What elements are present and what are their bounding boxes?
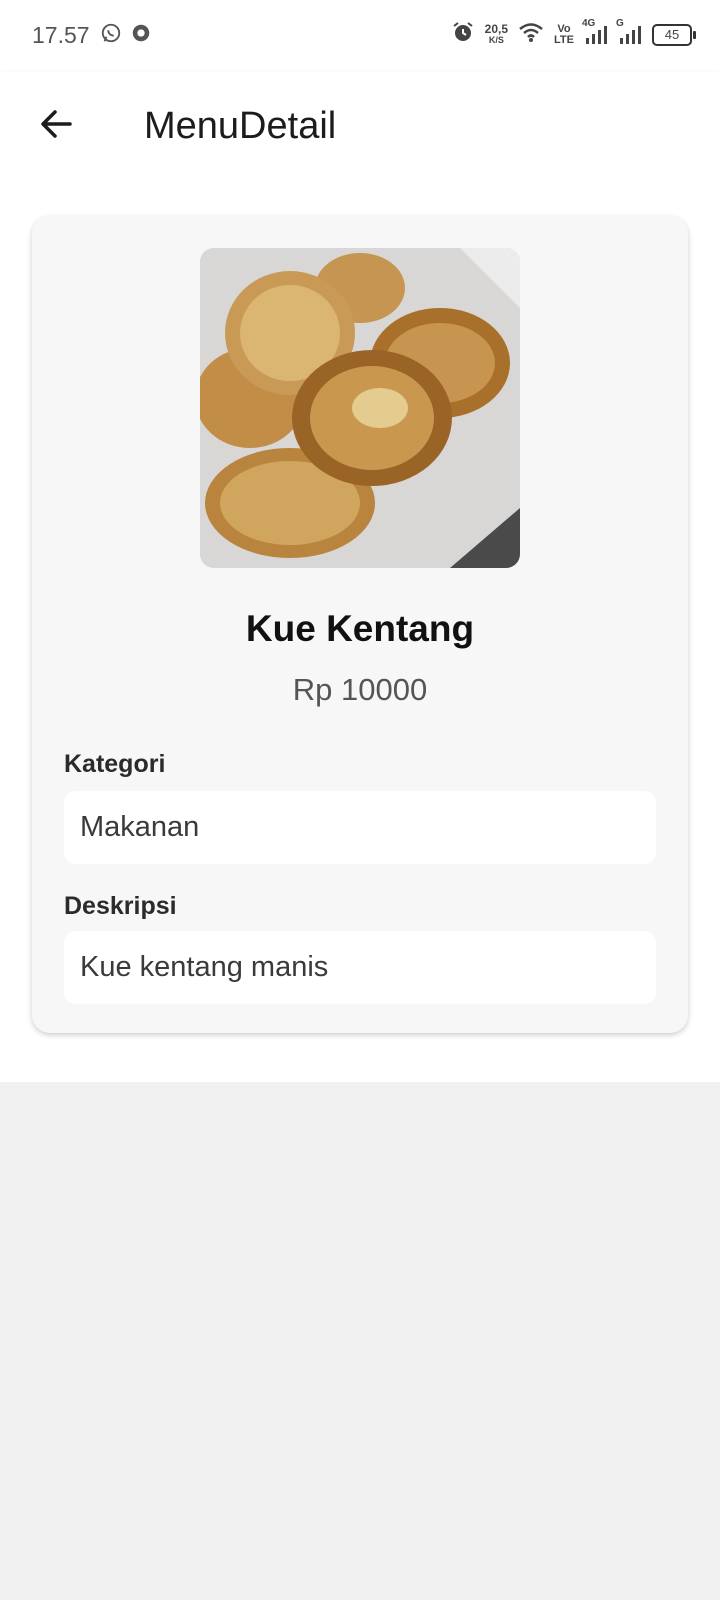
notification-app-icon: [130, 22, 152, 49]
menu-image: [200, 248, 520, 568]
arrow-left-icon: [38, 106, 74, 147]
menu-name: Kue Kentang: [245, 608, 475, 649]
back-button[interactable]: [30, 100, 82, 152]
menu-detail-card: Kue Kentang Rp 10000 Kategori Makanan De…: [32, 216, 688, 1033]
wifi-icon: [518, 21, 544, 48]
network-speed-value: 20,5: [484, 21, 509, 36]
description-field: Kue kentang manis: [64, 931, 656, 1004]
description-label: Deskripsi: [64, 892, 177, 920]
network-speed-unit: K/S: [488, 34, 504, 45]
category-value: Makanan: [80, 811, 200, 843]
category-field: Makanan: [64, 791, 656, 864]
status-left-icons: [100, 22, 152, 49]
network-type-1: 4G: [582, 17, 596, 29]
battery-icon: 45: [652, 23, 696, 46]
signal-icon: 4G: [582, 18, 608, 46]
menu-price: Rp 10000: [292, 672, 428, 707]
signal-icon-2: G: [616, 18, 642, 46]
status-time: 17.57: [32, 22, 90, 48]
page-title: MenuDetail: [144, 105, 337, 147]
alarm-icon: [451, 20, 475, 49]
network-speed: 20,5 K/S: [484, 21, 509, 46]
volte-bottom: LTE: [554, 33, 574, 46]
volte-top: Vo: [557, 22, 571, 35]
app-bar: MenuDetail: [0, 72, 720, 184]
volte-indicator: Vo LTE: [554, 22, 574, 46]
status-right-icons: 20,5 K/S Vo LTE 4G G 45: [451, 18, 696, 49]
battery-level: 45: [664, 27, 680, 42]
content-area: Kue Kentang Rp 10000 Kategori Makanan De…: [0, 184, 720, 1082]
network-type-2: G: [616, 17, 624, 29]
status-bar: 17.57 20,5 K/S Vo LTE 4G G 45: [0, 0, 720, 72]
whatsapp-icon: [100, 22, 122, 49]
category-label: Kategori: [64, 750, 166, 778]
description-value: Kue kentang manis: [80, 951, 329, 983]
